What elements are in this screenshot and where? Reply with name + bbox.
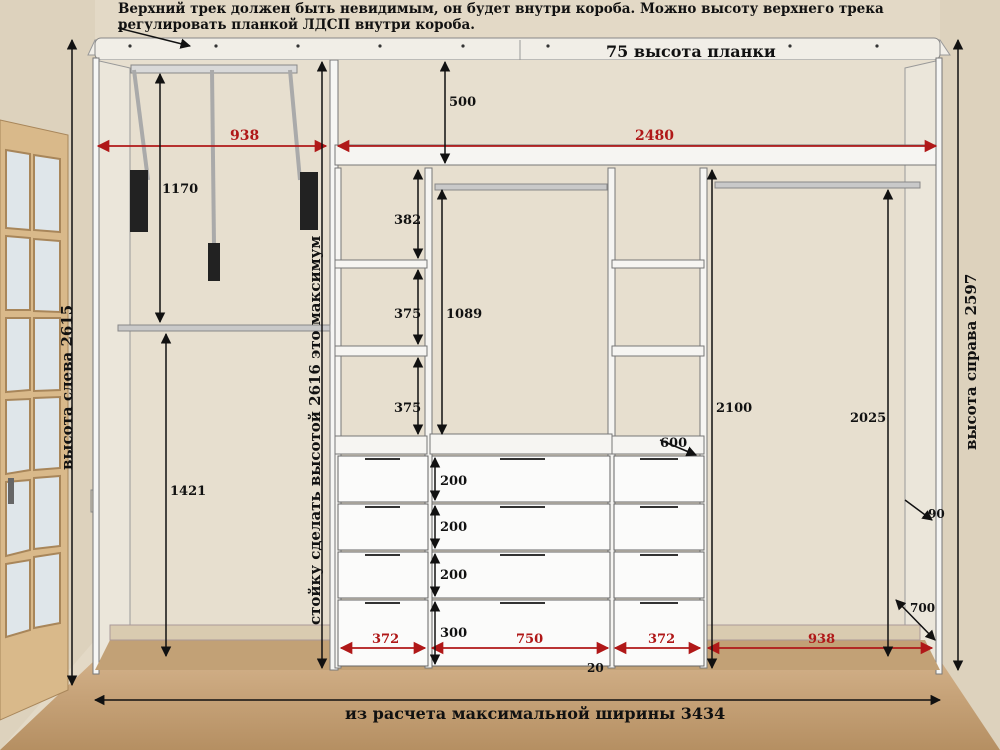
label-938b: 938: [808, 632, 835, 647]
pulldown-cylinder-right: [300, 172, 318, 230]
hanging-rod-right: [714, 181, 921, 189]
pulldown-cylinder-left: [130, 170, 148, 232]
pulldown-handle-rod: [210, 69, 216, 246]
label-top-gap: 500: [449, 95, 476, 110]
label-375b: 375: [394, 401, 421, 416]
label-drawer-200b: 200: [440, 520, 467, 535]
top-shelf: [334, 144, 937, 166]
wardrobe-diagram: 75 высота планки 938 2480 500 1170 382 3…: [0, 0, 1000, 750]
top-note-line2: регулировать планкой ЛДСП внутри короба.: [118, 17, 475, 33]
label-drawer-200c: 200: [440, 568, 467, 583]
label-gap-20: 20: [587, 661, 604, 675]
label-right-height: высота справа 2597: [962, 274, 980, 450]
label-plank-height: 75 высота планки: [606, 42, 776, 61]
label-600: 600: [660, 436, 687, 451]
door-handle-icon: [8, 478, 14, 504]
left-front-edge: [92, 57, 100, 675]
label-side-90: 90: [928, 507, 945, 521]
center-drawer-top: [429, 433, 613, 455]
label-left-height: высота слева 2615: [58, 305, 76, 470]
right-front-edge: [935, 57, 943, 675]
label-drawer-300: 300: [440, 626, 467, 641]
top-plank: [94, 37, 941, 61]
skirting-left: [109, 624, 341, 641]
label-1421: 1421: [170, 484, 206, 499]
hanging-rod-center: [434, 183, 608, 191]
left-side-panel: [94, 59, 131, 672]
diagram-canvas: 75 высота планки 938 2480 500 1170 382 3…: [0, 0, 1000, 750]
label-372a: 372: [372, 632, 399, 647]
top-note-line1: Верхний трек должен быть невидимым, он б…: [118, 1, 884, 17]
label-372b: 372: [648, 632, 675, 647]
label-2025: 2025: [850, 411, 886, 426]
label-post-note: стойку сделать высотой 2616 это максимум: [306, 236, 324, 625]
label-depth-700: 700: [910, 601, 935, 615]
label-1170: 1170: [162, 182, 198, 197]
label-drawer-200a: 200: [440, 474, 467, 489]
label-max-width: из расчета максимальной ширины 3434: [345, 704, 725, 723]
label-375a: 375: [394, 307, 421, 322]
pulldown-handle: [208, 243, 220, 281]
label-750: 750: [516, 632, 543, 647]
label-width-left: 938: [230, 128, 259, 144]
label-382: 382: [394, 213, 421, 228]
label-width-right: 2480: [635, 128, 674, 144]
label-1089: 1089: [446, 307, 482, 322]
label-2100: 2100: [716, 401, 752, 416]
hanging-rod-left: [117, 324, 331, 332]
